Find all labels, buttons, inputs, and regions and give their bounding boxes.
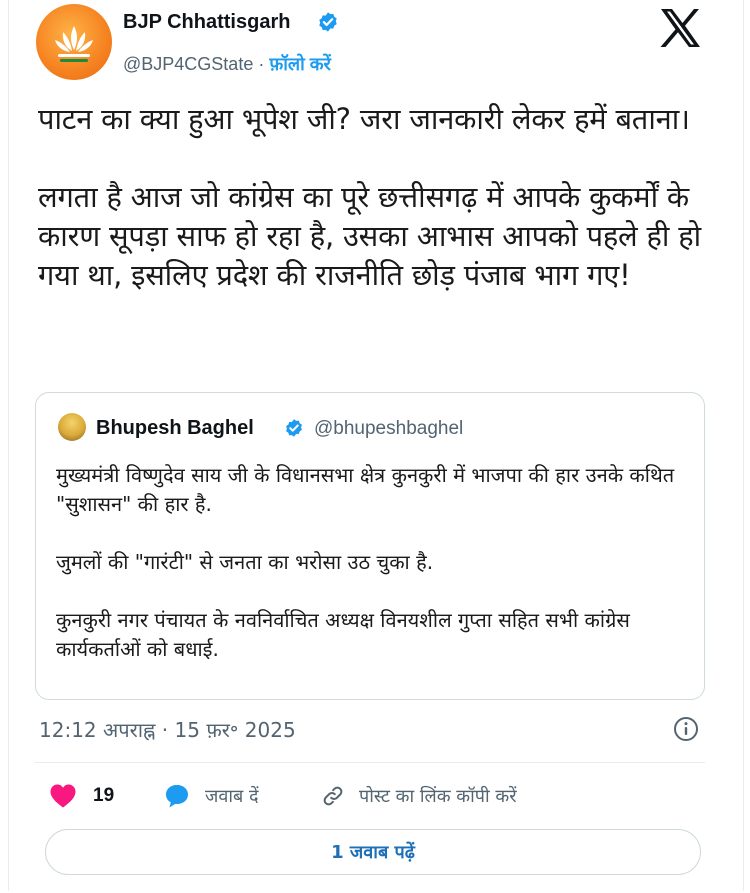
quoted-tweet[interactable]: Bhupesh Baghel @bhupeshbaghel मुख्यमंत्र…	[35, 392, 705, 700]
like-button[interactable]: 19	[49, 779, 114, 813]
link-icon	[323, 786, 343, 806]
quoted-tweet-text: मुख्यमंत्री विष्णुदेव साय जी के विधानसभा…	[56, 463, 675, 661]
divider	[35, 762, 705, 763]
quoted-author-avatar[interactable]	[58, 413, 86, 441]
author-handle[interactable]: @BJP4CGState	[123, 54, 253, 74]
quoted-author-handle[interactable]: @bhupeshbaghel	[314, 418, 463, 440]
author-handle-row: @BJP4CGState · फ़ॉलो करें	[123, 52, 331, 76]
author-avatar[interactable]	[36, 4, 112, 80]
tweet-timestamp[interactable]: 12:12 अपराह्न · 15 फ़र॰ 2025	[39, 716, 296, 743]
reply-bubble-icon	[166, 785, 188, 808]
quoted-author-name[interactable]: Bhupesh Baghel	[96, 417, 254, 440]
reply-button[interactable]: जवाब दें	[163, 779, 259, 813]
follow-button[interactable]: फ़ॉलो करें	[269, 54, 331, 74]
verified-badge-icon	[319, 12, 337, 32]
quoted-verified-badge-icon	[286, 419, 302, 437]
author-name[interactable]: BJP Chhattisgarh	[123, 11, 290, 34]
read-replies-button[interactable]: 1 जवाब पढ़ें	[45, 829, 701, 875]
heart-icon	[50, 784, 76, 808]
info-icon[interactable]	[673, 716, 699, 742]
copy-link-button[interactable]: पोस्ट का लिंक कॉपी करें	[321, 779, 517, 813]
bjp-lotus-logo	[55, 26, 93, 62]
like-count: 19	[93, 785, 115, 806]
tweet-card: BJP Chhattisgarh @BJP4CGState · फ़ॉलो कर…	[8, 0, 744, 891]
copy-link-label: पोस्ट का लिंक कॉपी करें	[359, 786, 517, 807]
reply-label: जवाब दें	[205, 786, 259, 807]
handle-separator: ·	[253, 54, 270, 74]
tweet-text: पाटन का क्या हुआ भूपेश जी? जरा जानकारी ल…	[38, 102, 701, 292]
x-logo-icon[interactable]	[659, 8, 701, 48]
